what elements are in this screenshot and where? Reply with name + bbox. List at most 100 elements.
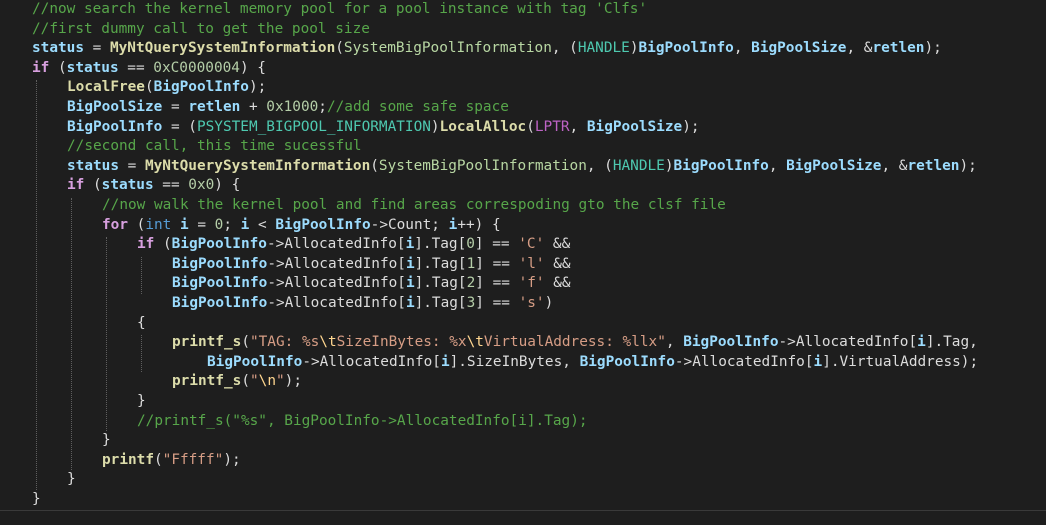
- code-function-name: LocalAlloc: [439, 118, 527, 135]
- code-line[interactable]: }: [67, 470, 76, 490]
- code-function-name: MyNtQuerySystemInformation: [144, 157, 371, 174]
- code-enum-constant: SystemBigPoolInformation: [378, 157, 587, 174]
- code-punctuation: }: [137, 393, 146, 409]
- code-identifier: BigPoolInfo: [172, 275, 268, 292]
- code-function-name: printf_s: [172, 334, 242, 351]
- code-punctuation: [171, 217, 180, 233]
- code-punctuation: );: [682, 118, 700, 135]
- code-line[interactable]: //first dummy call to get the pool size: [32, 20, 370, 40]
- code-punctuation: );: [223, 451, 241, 468]
- code-punctuation: ->AllocatedInfo[: [266, 236, 406, 253]
- code-punctuation: +: [240, 99, 267, 115]
- code-function-name: printf_s: [172, 373, 242, 390]
- code-line[interactable]: BigPoolInfo->AllocatedInfo[i].Tag[3] == …: [172, 294, 553, 314]
- code-line[interactable]: {: [137, 314, 146, 334]
- code-number-literal: 1: [466, 255, 476, 272]
- horizontal-scrollbar[interactable]: [0, 510, 1046, 525]
- code-line[interactable]: }: [137, 392, 146, 412]
- code-line[interactable]: BigPoolSize = retlen + 0x1000;//add some…: [67, 98, 509, 118]
- code-line[interactable]: //now walk the kernel pool and find area…: [102, 196, 726, 216]
- code-type-name: HANDLE: [577, 40, 630, 57]
- code-string-literal: SizeInBytes: %x: [336, 334, 467, 351]
- code-punctuation: =: [188, 216, 215, 233]
- code-comment: //printf_s("%s", BigPoolInfo->AllocatedI…: [137, 412, 588, 429]
- code-identifier: BigPoolInfo: [275, 216, 371, 233]
- code-line[interactable]: if (status == 0xC0000004) {: [32, 59, 266, 79]
- code-identifier: i: [180, 216, 189, 233]
- code-string-literal: VirtualAddress: %llx": [483, 334, 666, 351]
- code-line[interactable]: //second call, this time sucessful: [67, 137, 362, 157]
- code-comment: //second call, this time sucessful: [67, 138, 362, 155]
- code-identifier: BigPoolInfo: [207, 353, 303, 370]
- code-punctuation: =: [162, 99, 189, 115]
- code-line[interactable]: BigPoolInfo->AllocatedInfo[i].Tag[1] == …: [172, 255, 571, 275]
- code-identifier: BigPoolInfo: [579, 353, 675, 370]
- code-punctuation: (: [241, 373, 250, 390]
- code-identifier: i: [405, 275, 415, 292]
- code-punctuation: ) {: [239, 59, 266, 76]
- code-function-name: printf: [102, 451, 154, 468]
- code-number-literal: 0: [466, 236, 475, 253]
- code-punctuation: , (: [551, 40, 578, 57]
- code-punctuation: ): [430, 118, 440, 135]
- code-line[interactable]: if (BigPoolInfo->AllocatedInfo[i].Tag[0]…: [137, 235, 570, 255]
- code-punctuation: ] ==: [474, 236, 519, 253]
- code-type-name: PSYSTEM_BIGPOOL_INFORMATION: [196, 118, 431, 135]
- code-punctuation: (: [49, 59, 67, 76]
- code-line[interactable]: }: [32, 490, 41, 510]
- code-line[interactable]: //now search the kernel memory pool for …: [32, 0, 647, 20]
- code-number-literal: 3: [466, 295, 476, 311]
- code-line[interactable]: status = MyNtQuerySystemInformation(Syst…: [32, 39, 942, 59]
- code-punctuation: ): [544, 295, 554, 311]
- code-string-literal: 's': [518, 295, 545, 311]
- indent-guide: [141, 335, 142, 373]
- code-punctuation: ++) {: [457, 216, 501, 233]
- code-comment: //add some safe space: [326, 99, 509, 115]
- code-punctuation: ] ==: [475, 295, 519, 311]
- code-line[interactable]: status = MyNtQuerySystemInformation(Syst…: [67, 157, 977, 177]
- code-line[interactable]: printf_s("\n");: [172, 372, 302, 392]
- indent-guide: [36, 80, 37, 490]
- code-line[interactable]: BigPoolInfo->AllocatedInfo[i].Tag[2] == …: [172, 274, 571, 294]
- code-line[interactable]: //printf_s("%s", BigPoolInfo->AllocatedI…: [137, 412, 588, 432]
- code-punctuation: (: [370, 157, 379, 174]
- code-line[interactable]: printf("Fffff");: [102, 451, 241, 471]
- code-identifier: BigPoolInfo: [172, 295, 268, 311]
- code-line[interactable]: if (status == 0x0) {: [67, 176, 240, 196]
- code-identifier: i: [405, 255, 415, 272]
- code-line[interactable]: LocalFree(BigPoolInfo);: [67, 78, 266, 98]
- code-punctuation: (: [526, 118, 535, 135]
- code-punctuation: }: [67, 471, 76, 488]
- code-identifier: status: [67, 157, 119, 174]
- code-editor[interactable]: //now search the kernel memory pool for …: [0, 0, 1046, 525]
- code-punctuation: (: [128, 216, 146, 233]
- code-punctuation: {: [137, 314, 146, 331]
- code-comment: //now walk the kernel pool and find area…: [102, 197, 726, 213]
- indent-guide: [106, 237, 107, 432]
- code-enum-constant: SystemBigPoolInformation: [343, 40, 552, 57]
- code-line[interactable]: }: [102, 431, 111, 451]
- code-number-literal: 0x1000: [266, 99, 319, 115]
- code-line[interactable]: printf_s("TAG: %s\tSizeInBytes: %x\tVirt…: [172, 333, 978, 353]
- code-identifier: BigPoolInfo: [153, 79, 249, 96]
- code-string-literal: 'f': [518, 275, 545, 292]
- code-function-name: LocalFree: [67, 79, 145, 96]
- code-punctuation: ;: [223, 216, 241, 233]
- code-punctuation: ): [629, 40, 639, 57]
- code-string-literal: "Fffff": [162, 451, 224, 468]
- code-identifier: i: [405, 295, 415, 311]
- code-identifier: i: [917, 334, 926, 351]
- code-string-literal: ": [275, 373, 285, 390]
- code-escape-sequence: \t: [466, 334, 484, 351]
- code-punctuation: ,: [569, 118, 587, 135]
- code-line[interactable]: BigPoolInfo = (PSYSTEM_BIGPOOL_INFORMATI…: [67, 118, 700, 138]
- code-identifier: retlen: [188, 99, 241, 115]
- code-punctuation: (: [154, 236, 172, 253]
- code-punctuation: );: [959, 157, 977, 174]
- code-punctuation: , (: [586, 157, 613, 174]
- code-punctuation: ==: [153, 177, 189, 194]
- code-line[interactable]: BigPoolInfo->AllocatedInfo[i].SizeInByte…: [207, 353, 978, 373]
- code-punctuation: ,: [665, 334, 684, 351]
- code-identifier: BigPoolSize: [751, 40, 847, 57]
- code-line[interactable]: for (int i = 0; i < BigPoolInfo->Count; …: [102, 216, 501, 236]
